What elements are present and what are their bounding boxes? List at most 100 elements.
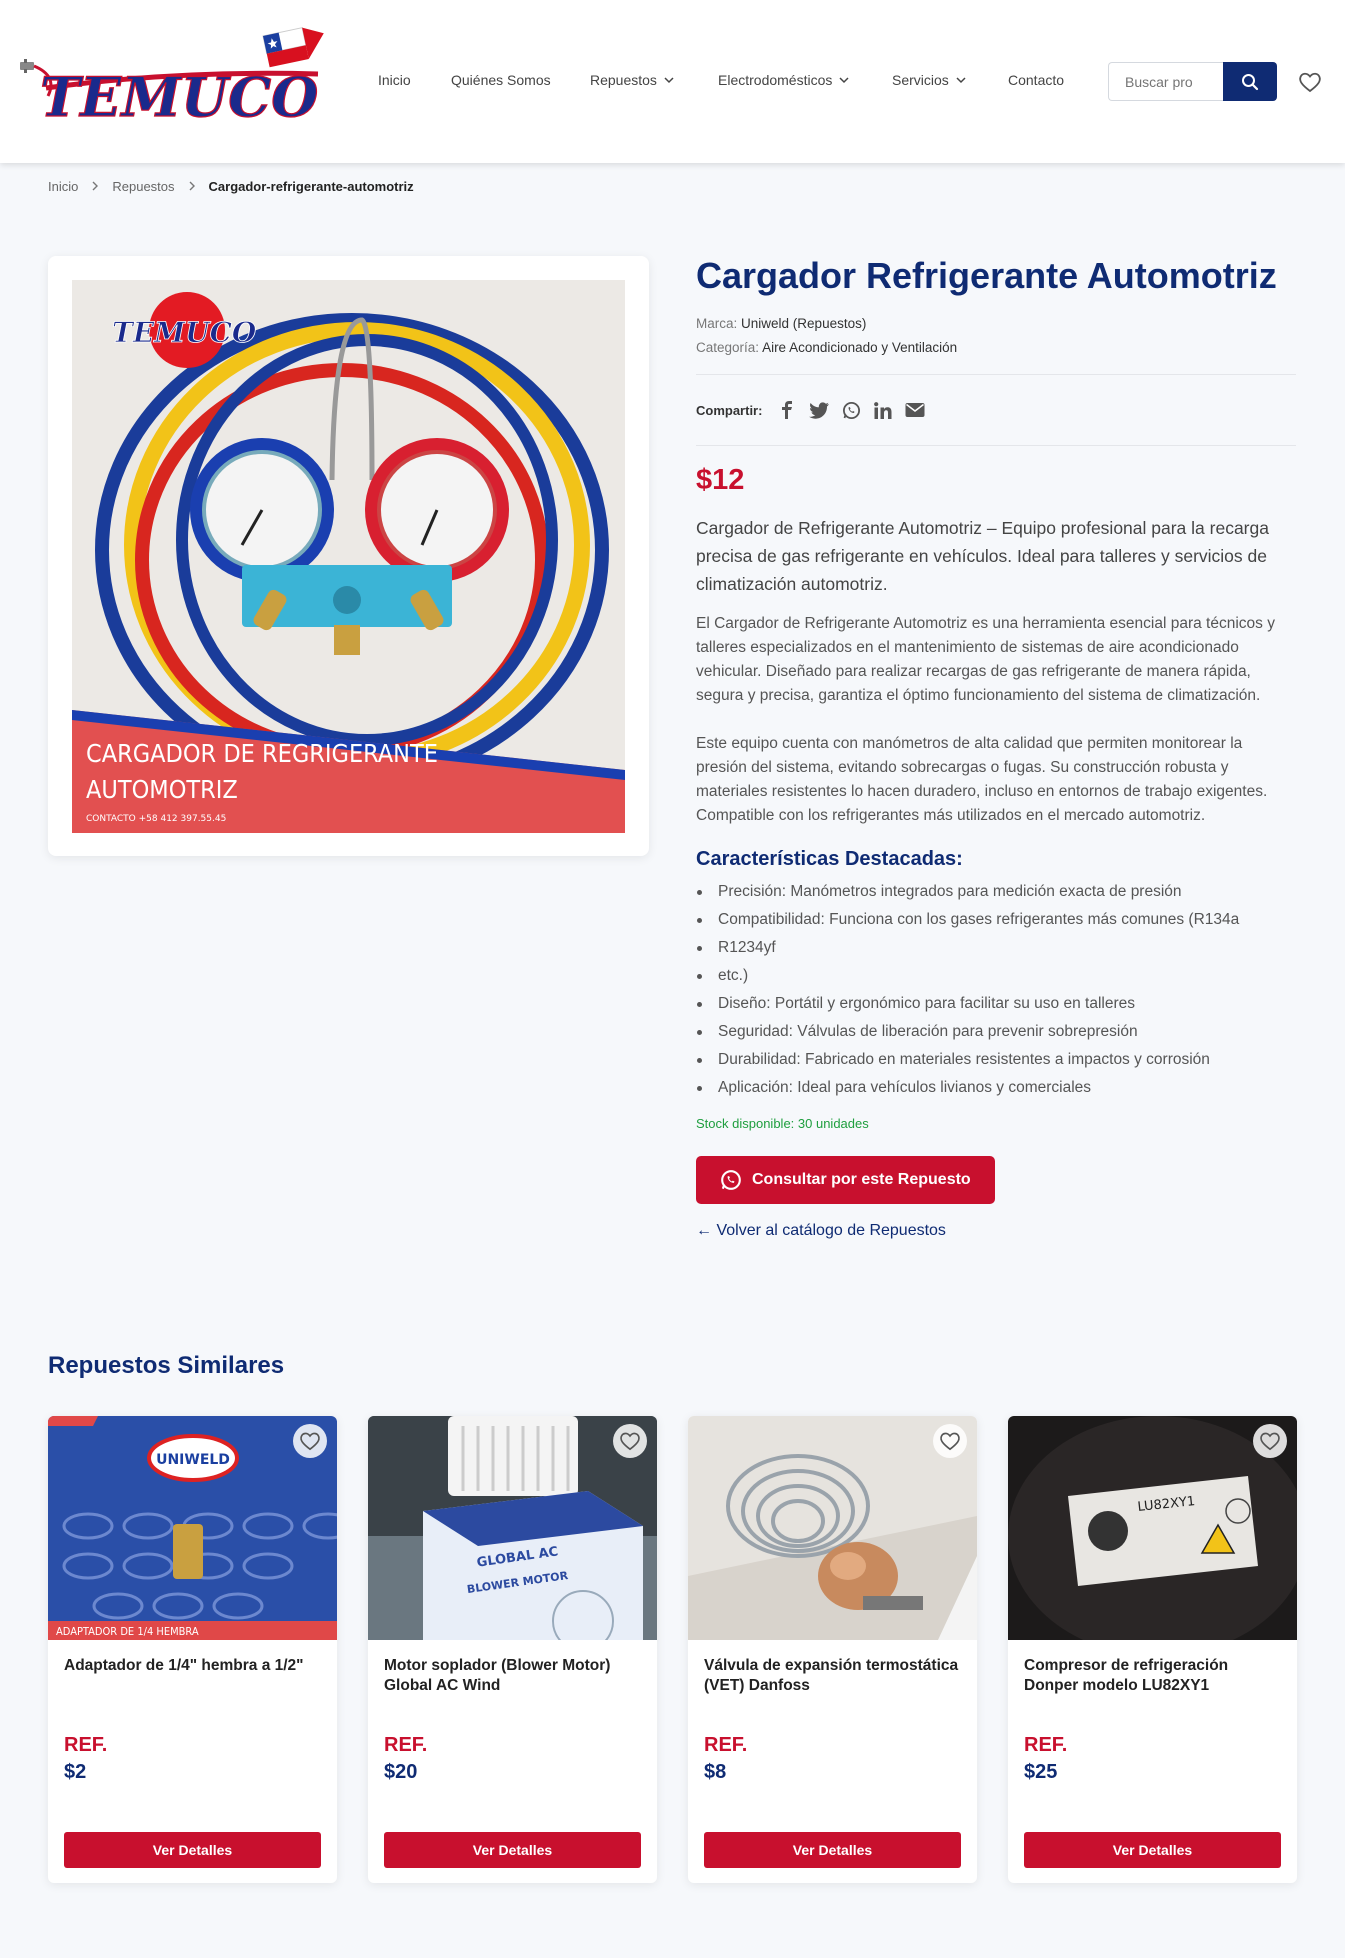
heart-icon [300, 1432, 320, 1451]
similar-product-name[interactable]: Compresor de refrigeración Donper modelo… [1024, 1656, 1284, 1696]
similar-product-ref: REF. [704, 1734, 748, 1756]
nav-label: Inicio [378, 72, 411, 88]
linkedin-icon[interactable] [872, 399, 894, 421]
similar-product-card[interactable]: Válvula de expansión termostática (VET) … [688, 1416, 977, 1883]
facebook-icon[interactable] [776, 399, 798, 421]
chevron-right-icon [187, 180, 197, 192]
view-details-button[interactable]: Ver Detalles [64, 1832, 321, 1868]
image-contact: CONTACTO +58 412 397.55.45 [86, 814, 226, 824]
similar-product-card[interactable]: GLOBAL AC BLOWER MOTOR Motor soplador (B… [368, 1416, 657, 1883]
similar-product-image[interactable]: UNIWELD ADAPTADOR DE 1/4 HEMBRA [48, 1416, 337, 1640]
svg-text:TEMUCO: TEMUCO [112, 316, 257, 349]
similar-product-price: $20 [384, 1761, 418, 1783]
nav-repuestos[interactable]: Repuestos [590, 72, 675, 88]
search-icon [1242, 73, 1259, 90]
feature-item: etc.) [696, 962, 1296, 990]
similar-product-image[interactable]: GLOBAL AC BLOWER MOTOR [368, 1416, 657, 1640]
similar-product-ref: REF. [1024, 1734, 1068, 1756]
nav-electrodomesticos[interactable]: Electrodomésticos [718, 72, 850, 88]
category-label: Categoría: [696, 340, 760, 355]
nav-inicio[interactable]: Inicio [378, 72, 411, 88]
similar-product-name[interactable]: Adaptador de 1/4" hembra a 1/2" [64, 1656, 324, 1676]
chevron-right-icon [90, 180, 100, 192]
image-label: ADAPTADOR DE 1/4 HEMBRA [56, 1625, 199, 1638]
heart-icon [1260, 1432, 1280, 1451]
product-description-2: Este equipo cuenta con manómetros de alt… [696, 735, 1268, 824]
brand-value: Uniweld (Repuestos) [741, 316, 867, 331]
heart-icon [620, 1432, 640, 1451]
chevron-down-icon [956, 77, 966, 84]
similar-product-card[interactable]: LU82XY1 Compresor de refrigeración Donpe… [1008, 1416, 1297, 1883]
similar-product-image[interactable]: LU82XY1 [1008, 1416, 1297, 1640]
similar-product-price: $8 [704, 1761, 727, 1783]
brand-label: Marca: [696, 316, 738, 331]
feature-item: Compatibilidad: Funciona con los gases r… [696, 906, 1296, 934]
search-button[interactable] [1223, 62, 1277, 101]
category-value: Aire Acondicionado y Ventilación [762, 340, 958, 355]
share-bar: Compartir: [696, 375, 1296, 445]
search-field[interactable] [1108, 62, 1223, 101]
nav-label: Quiénes Somos [451, 72, 551, 88]
email-icon[interactable] [904, 399, 926, 421]
feature-item: Diseño: Portátil y ergonómico para facil… [696, 990, 1296, 1018]
nav-contacto[interactable]: Contacto [1008, 72, 1064, 88]
breadcrumb: Inicio Repuestos Cargador-refrigerante-a… [48, 177, 414, 195]
chevron-down-icon [839, 77, 849, 84]
similar-product-ref: REF. [384, 1734, 428, 1756]
heart-icon [1299, 72, 1321, 93]
similar-product-price: $2 [64, 1761, 87, 1783]
features-list: Precisión: Manómetros integrados para me… [696, 878, 1296, 1102]
temuco-logo[interactable]: TEMUCO [18, 26, 358, 130]
whatsapp-inquiry-button[interactable]: Consultar por este Repuesto [696, 1156, 995, 1204]
cta-label: Consultar por este Repuesto [752, 1171, 971, 1188]
nav-servicios[interactable]: Servicios [892, 72, 967, 88]
view-details-button[interactable]: Ver Detalles [1024, 1832, 1281, 1868]
similar-product-name[interactable]: Motor soplador (Blower Motor) Global AC … [384, 1656, 644, 1696]
similar-product-price: $25 [1024, 1761, 1058, 1783]
breadcrumb-current: Cargador-refrigerante-automotriz [208, 178, 414, 194]
nav-quienes-somos[interactable]: Quiénes Somos [451, 72, 551, 88]
product-description-1: El Cargador de Refrigerante Automotriz e… [696, 615, 1275, 704]
similar-product-ref: REF. [64, 1734, 108, 1756]
product-meta: Marca: Uniweld (Repuestos) Categoría: Ai… [696, 312, 1296, 360]
breadcrumb-inicio[interactable]: Inicio [48, 179, 78, 194]
feature-item: Precisión: Manómetros integrados para me… [696, 878, 1296, 906]
feature-item: R1234yf [696, 934, 1296, 962]
image-caption-line1: CARGADOR DE REGRIGERANTE [86, 739, 438, 768]
back-to-catalog-link[interactable]: ← Volver al catálogo de Repuestos [696, 1220, 1296, 1242]
product-info: Cargador Refrigerante Automotriz Marca: … [696, 250, 1296, 1242]
whatsapp-icon [721, 1170, 741, 1190]
similar-product-card[interactable]: UNIWELD ADAPTADOR DE 1/4 HEMBRA Adaptado… [48, 1416, 337, 1883]
similar-section-title: Repuestos Similares [48, 1352, 285, 1379]
favorite-button[interactable] [613, 1424, 647, 1458]
whatsapp-icon[interactable] [840, 399, 862, 421]
heart-icon [940, 1432, 960, 1451]
favorite-button[interactable] [933, 1424, 967, 1458]
wishlist-button[interactable] [1296, 68, 1324, 96]
nav-label: Repuestos [590, 72, 657, 88]
nav-label: Servicios [892, 72, 949, 88]
divider [696, 445, 1296, 446]
breadcrumb-repuestos[interactable]: Repuestos [112, 179, 174, 194]
product-image[interactable]: TEMUCO CARGADOR DE REGRIGERANTE AUTOMOTR… [72, 280, 625, 833]
site-header: TEMUCO Inicio Quiénes Somos Repuestos El… [0, 0, 1345, 163]
image-brand: UNIWELD [156, 1452, 230, 1468]
search-input[interactable] [1109, 63, 1223, 100]
product-image-card: TEMUCO CARGADOR DE REGRIGERANTE AUTOMOTR… [48, 256, 649, 856]
feature-item: Seguridad: Válvulas de liberación para p… [696, 1018, 1296, 1046]
stock-status: Stock disponible: 30 unidades [696, 1116, 869, 1131]
nav-label: Electrodomésticos [718, 72, 833, 88]
similar-product-name[interactable]: Válvula de expansión termostática (VET) … [704, 1656, 964, 1696]
similar-product-image[interactable] [688, 1416, 977, 1640]
product-price: $12 [696, 464, 745, 496]
feature-item: Durabilidad: Fabricado en materiales res… [696, 1046, 1296, 1074]
features-title: Características Destacadas: [696, 848, 963, 870]
favorite-button[interactable] [293, 1424, 327, 1458]
favorite-button[interactable] [1253, 1424, 1287, 1458]
view-details-button[interactable]: Ver Detalles [704, 1832, 961, 1868]
twitter-icon[interactable] [808, 399, 830, 421]
product-lead: Cargador de Refrigerante Automotriz – Eq… [696, 518, 1269, 594]
feature-item: Aplicación: Ideal para vehículos liviano… [696, 1074, 1296, 1102]
nav-label: Contacto [1008, 72, 1065, 88]
view-details-button[interactable]: Ver Detalles [384, 1832, 641, 1868]
